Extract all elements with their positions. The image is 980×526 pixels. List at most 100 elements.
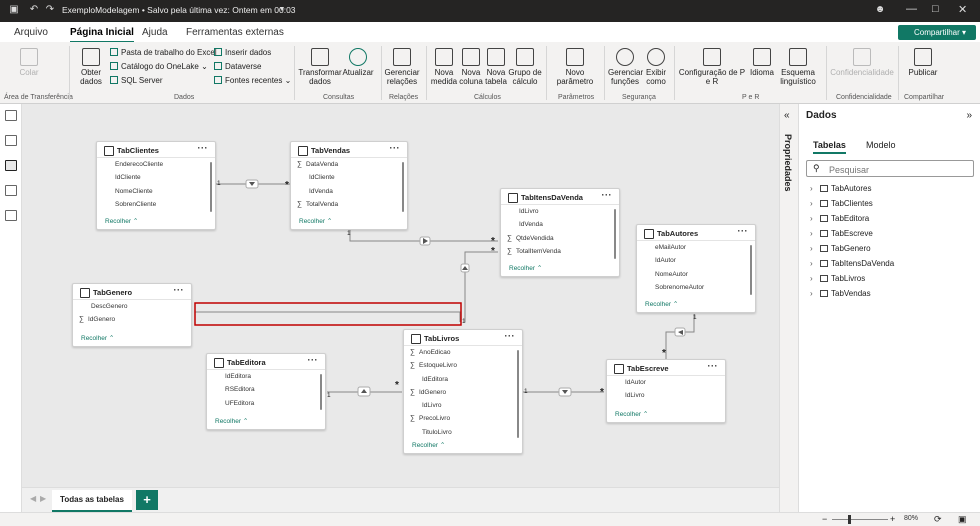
manage-relationships-button[interactable]: Gerenciar relações — [384, 48, 420, 86]
field-item[interactable]: DescGenero — [73, 300, 191, 313]
more-options-icon[interactable]: ··· — [505, 331, 516, 341]
collapse-pane-icon[interactable]: » — [966, 110, 972, 121]
dax-query-view-icon[interactable] — [5, 185, 17, 196]
more-options-icon[interactable]: ··· — [738, 226, 749, 236]
transform-data-button[interactable]: Transformar dados — [298, 48, 342, 86]
onelake-button[interactable]: Catálogo do OneLake ⌄ — [110, 62, 208, 71]
field-item[interactable]: TituloLivro — [404, 426, 522, 439]
field-item[interactable]: IdGenero — [404, 386, 522, 399]
more-options-icon[interactable]: ··· — [308, 355, 319, 365]
field-item[interactable]: EstoqueLivro — [404, 359, 522, 372]
field-item[interactable]: PrecoLivro — [404, 412, 522, 425]
undo-icon[interactable]: ↶ — [28, 4, 40, 16]
table-card-title[interactable]: TabLivros ··· — [404, 330, 522, 346]
table-card-tablivros[interactable]: TabLivros ··· AnoEdicao EstoqueLivro IdEd… — [403, 329, 523, 454]
collapse-button[interactable]: Recolher ⌃ — [412, 441, 445, 449]
publish-button[interactable]: Publicar — [904, 48, 942, 77]
field-item[interactable]: IdLivro — [404, 399, 522, 412]
collapse-button[interactable]: Recolher ⌃ — [105, 217, 138, 225]
more-options-icon[interactable]: ··· — [390, 143, 401, 153]
field-item[interactable]: QtdeVendida — [501, 232, 619, 245]
expand-icon[interactable]: « — [784, 110, 790, 121]
list-item[interactable]: › TabEscreve — [810, 229, 873, 238]
account-icon[interactable]: ☻ — [874, 4, 886, 16]
search-input[interactable] — [806, 160, 974, 177]
scrollbar[interactable] — [210, 162, 212, 212]
tab-ajuda[interactable]: Ajuda — [142, 27, 168, 38]
field-item[interactable]: IdLivro — [501, 205, 619, 218]
linguistic-schema-button[interactable]: Esquema linguístico — [776, 48, 820, 86]
rel-livros-itens[interactable] — [464, 251, 498, 322]
tab-pagina-inicial[interactable]: Página Inicial — [70, 27, 134, 43]
chevron-right-icon[interactable]: › — [810, 289, 820, 298]
field-item[interactable]: IdAutor — [637, 254, 755, 267]
table-card-tabgenero[interactable]: TabGenero ··· DescGenero IdGenero Recolhe… — [72, 283, 192, 347]
get-data-button[interactable]: Obter dados — [76, 48, 106, 86]
recent-sources-button[interactable]: Fontes recentes ⌄ — [214, 76, 291, 85]
chevron-right-icon[interactable]: › — [810, 259, 820, 268]
scrollbar[interactable] — [517, 350, 519, 438]
qa-setup-button[interactable]: Configuração de P e R — [678, 48, 746, 86]
chevron-right-icon[interactable]: › — [810, 244, 820, 253]
table-card-tabclientes[interactable]: TabClientes ··· EnderecoCliente IdCliente… — [96, 141, 216, 230]
properties-pane-collapsed[interactable]: « Propriedades — [779, 104, 799, 526]
redo-icon[interactable]: ↷ — [44, 4, 56, 16]
fit-to-screen-icon[interactable]: ▣ — [958, 514, 967, 525]
field-item[interactable]: AnoEdicao — [404, 346, 522, 359]
field-item[interactable]: SobrenomeAutor — [637, 281, 755, 294]
scrollbar[interactable] — [614, 209, 616, 259]
minimize-icon[interactable]: — — [906, 3, 917, 15]
dataverse-button[interactable]: Dataverse — [214, 62, 261, 71]
tab-ferramentas-externas[interactable]: Ferramentas externas — [186, 27, 284, 38]
table-card-title[interactable]: TabClientes ··· — [97, 142, 215, 158]
paste-button[interactable]: Colar — [14, 48, 44, 77]
field-item[interactable]: IdVenda — [291, 185, 407, 198]
more-options-icon[interactable]: ··· — [708, 361, 719, 371]
scrollbar[interactable] — [320, 374, 322, 410]
chevron-down-icon[interactable]: ▼ — [276, 4, 288, 16]
new-table-button[interactable]: Nova tabela — [484, 48, 508, 86]
table-card-tabautores[interactable]: TabAutores ··· eMailAutor IdAutor NomeAut… — [636, 224, 756, 313]
new-column-button[interactable]: Nova coluna — [458, 48, 484, 86]
list-item[interactable]: › TabLivros — [810, 274, 865, 283]
field-item[interactable]: NomeAutor — [637, 268, 755, 281]
model-view-icon[interactable] — [5, 160, 17, 171]
report-view-icon[interactable] — [5, 110, 17, 121]
new-parameter-button[interactable]: Novo parâmetro — [552, 48, 598, 86]
list-item[interactable]: › TabClientes — [810, 199, 873, 208]
tab-tabelas[interactable]: Tabelas — [813, 140, 846, 154]
new-measure-button[interactable]: Nova medida — [430, 48, 458, 86]
tmdl-view-icon[interactable] — [5, 210, 17, 221]
excel-workbook-button[interactable]: Pasta de trabalho do Excel — [110, 48, 217, 57]
collapse-button[interactable]: Recolher ⌃ — [509, 264, 542, 272]
insert-data-button[interactable]: Inserir dados — [214, 48, 271, 57]
share-button[interactable]: Compartilhar ▾ — [898, 25, 976, 40]
add-layout-button[interactable]: + — [136, 490, 158, 510]
field-item[interactable]: TotalVenda — [291, 198, 407, 211]
collapse-button[interactable]: Recolher ⌃ — [215, 417, 248, 425]
field-item[interactable]: RSEditora — [207, 383, 325, 396]
sql-server-button[interactable]: SQL Server — [110, 76, 163, 85]
table-card-title[interactable]: TabEditora ··· — [207, 354, 325, 370]
field-item[interactable]: IdEditora — [207, 370, 325, 383]
collapse-button[interactable]: Recolher ⌃ — [81, 334, 114, 342]
tab-todas-as-tabelas[interactable]: Todas as tabelas — [52, 490, 132, 512]
field-item[interactable]: IdCliente — [291, 171, 407, 184]
sensitivity-button[interactable]: Confidencialidade — [830, 48, 894, 77]
calculation-group-button[interactable]: Grupo de cálculo — [508, 48, 542, 86]
chevron-right-icon[interactable]: › — [810, 184, 820, 193]
scroll-right-icon[interactable]: ▶ — [40, 494, 46, 503]
table-card-tabeditora[interactable]: TabEditora ··· IdEditora RSEditora UFEdit… — [206, 353, 326, 430]
field-item[interactable]: IdEditora — [404, 373, 522, 386]
chevron-right-icon[interactable]: › — [810, 214, 820, 223]
field-item[interactable]: IdGenero — [73, 313, 191, 326]
list-item[interactable]: › TabVendas — [810, 289, 871, 298]
table-view-icon[interactable] — [5, 135, 17, 146]
table-card-tabitensdavenda[interactable]: TabItensDaVenda ··· IdLivro IdVenda QtdeV… — [500, 188, 620, 277]
zoom-in-icon[interactable]: + — [890, 514, 895, 524]
save-icon[interactable]: ▣ — [8, 4, 20, 16]
table-card-title[interactable]: TabItensDaVenda ··· — [501, 189, 619, 205]
field-item[interactable]: EnderecoCliente — [97, 158, 215, 171]
table-card-title[interactable]: TabVendas ··· — [291, 142, 407, 158]
more-options-icon[interactable]: ··· — [602, 190, 613, 200]
